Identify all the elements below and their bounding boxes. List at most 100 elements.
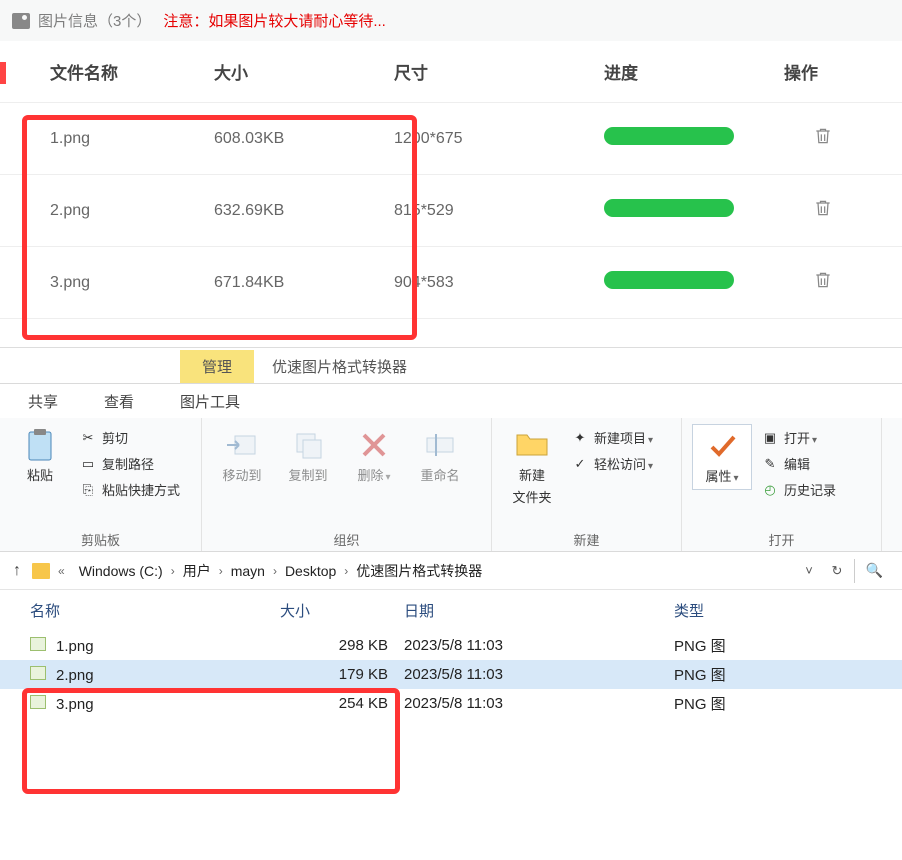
paste-button[interactable]: 粘贴 [10,424,70,488]
cell-progress [590,103,770,175]
table-header-row: 文件名称 大小 尺寸 进度 操作 [0,41,902,103]
scissors-icon: ✂ [80,430,96,446]
history-icon: ◴ [762,482,778,498]
refresh-button[interactable]: ↻ [826,560,848,582]
cell-dim: 815*529 [380,175,590,247]
file-row[interactable]: 2.png 179 KB 2023/5/8 11:03 PNG 图 [0,660,902,689]
image-info-panel: 图片信息（3个） 注意：如果图片较大请耐心等待... 文件名称 大小 尺寸 进度… [0,0,902,319]
chevron-right-icon[interactable]: › [342,564,350,578]
properties-button[interactable]: 属性 [692,424,752,490]
address-bar: ↑ « Windows (C:) › 用户 › mayn › Desktop › 优速图… [0,552,902,590]
open-button[interactable]: ▣打开 [762,428,836,447]
table-row[interactable]: 2.png 632.69KB 815*529 [0,175,902,247]
cell-size: 632.69KB [200,175,380,247]
png-file-icon [30,637,46,651]
history-button[interactable]: ◴历史记录 [762,480,836,499]
col-name: 文件名称 [0,41,200,103]
cell-size: 608.03KB [200,103,380,175]
move-to-button[interactable]: 移动到 [212,424,272,488]
easy-access-button[interactable]: ✓轻松访问 [572,454,653,473]
panel-header: 图片信息（3个） 注意：如果图片较大请耐心等待... [0,0,902,41]
cell-progress [590,175,770,247]
col-dim: 尺寸 [380,41,590,103]
file-row[interactable]: 1.png 298 KB 2023/5/8 11:03 PNG 图 [0,631,902,660]
col-type[interactable]: 类型 [674,600,774,621]
breadcrumb: Windows (C:) › 用户 › mayn › Desktop › 优速图片格式转… [73,561,792,581]
open-icon: ▣ [762,430,778,446]
cell-dim: 904*583 [380,247,590,319]
group-label-clipboard: 剪贴板 [10,528,191,549]
cell-name: 1.png [0,103,200,175]
cell-size: 671.84KB [200,247,380,319]
ribbon-tabs: 共享 查看 图片工具 [0,384,902,418]
delete-button[interactable] [813,134,833,151]
folder-glyph-icon [32,563,50,579]
copy-to-button[interactable]: 复制到 [278,424,338,488]
cell-progress [590,247,770,319]
file-row[interactable]: 3.png 254 KB 2023/5/8 11:03 PNG 图 [0,689,902,718]
clipboard-small-buttons: ✂剪切 ▭复制路径 ⎘粘贴快捷方式 [76,424,184,503]
delete-button[interactable] [813,278,833,295]
crumb[interactable]: mayn [231,563,265,579]
x-icon [357,428,391,462]
new-item-button[interactable]: ✦新建项目 [572,428,653,447]
col-op: 操作 [770,41,902,103]
rename-icon [423,428,457,462]
panel-warning: 注意：如果图片较大请耐心等待... [163,10,386,31]
copy-icon [291,428,325,462]
window-title: 优速图片格式转换器 [254,350,425,383]
file-list-header: 名称 大小 日期 类型 [0,590,902,631]
rename-button[interactable]: 重命名 [410,424,470,488]
delete-button[interactable] [813,206,833,223]
col-progress: 进度 [590,41,770,103]
ribbon-group-partial [882,418,902,551]
col-size: 大小 [200,41,380,103]
col-name[interactable]: 名称 [30,600,280,621]
delete-ribbon-button[interactable]: 删除 [344,424,404,488]
tab-manage[interactable]: 管理 [180,350,254,383]
new-folder-button[interactable]: 新建 文件夹 [502,424,562,510]
ribbon: 粘贴 ✂剪切 ▭复制路径 ⎘粘贴快捷方式 剪贴板 移动到 复制到 [0,418,902,552]
new-item-icon: ✦ [572,430,588,446]
table-row[interactable]: 1.png 608.03KB 1200*675 [0,103,902,175]
table-row[interactable]: 3.png 671.84KB 904*583 [0,247,902,319]
cell-name: 3.png [0,247,200,319]
col-size[interactable]: 大小 [280,600,404,621]
search-input[interactable]: 🔍 [854,559,894,583]
progress-bar [604,271,734,289]
edit-button[interactable]: ✎编辑 [762,454,836,473]
cut-button[interactable]: ✂剪切 [80,428,180,447]
image-table: 文件名称 大小 尺寸 进度 操作 1.png 608.03KB 1200*675… [0,41,902,319]
accent-bar [0,62,6,84]
group-label-organize: 组织 [212,528,481,549]
up-button[interactable]: ↑ [8,562,26,580]
tab-share[interactable]: 共享 [20,385,66,418]
copy-path-button[interactable]: ▭复制路径 [80,454,180,473]
panel-title: 图片信息（3个） [38,10,151,31]
group-label-open: 打开 [692,528,871,549]
folder-icon [515,428,549,462]
easy-access-icon: ✓ [572,456,588,472]
dropdown-button[interactable]: ˅ [798,560,820,582]
crumb[interactable]: Windows (C:) [79,563,163,579]
title-tab-row: 管理 优速图片格式转换器 [0,348,902,384]
chevron-icon[interactable]: « [56,564,67,578]
file-explorer: 管理 优速图片格式转换器 共享 查看 图片工具 粘贴 ✂剪切 ▭复制路径 ⎘粘贴… [0,347,902,718]
ribbon-group-organize: 移动到 复制到 删除 重命名 组织 [202,418,492,551]
ribbon-group-new: 新建 文件夹 ✦新建项目 ✓轻松访问 新建 [492,418,682,551]
paste-shortcut-button[interactable]: ⎘粘贴快捷方式 [80,480,180,499]
chevron-right-icon[interactable]: › [169,564,177,578]
chevron-right-icon[interactable]: › [271,564,279,578]
tab-picture-tools[interactable]: 图片工具 [172,385,248,418]
chevron-right-icon[interactable]: › [217,564,225,578]
cell-dim: 1200*675 [380,103,590,175]
png-file-icon [30,666,46,680]
crumb[interactable]: 优速图片格式转换器 [356,561,482,581]
tab-view[interactable]: 查看 [96,385,142,418]
checkmark-icon [705,429,739,463]
shortcut-icon: ⎘ [80,482,96,498]
crumb[interactable]: 用户 [183,561,211,581]
ribbon-group-open: 属性 ▣打开 ✎编辑 ◴历史记录 打开 [682,418,882,551]
crumb[interactable]: Desktop [285,563,336,579]
col-date[interactable]: 日期 [404,600,674,621]
